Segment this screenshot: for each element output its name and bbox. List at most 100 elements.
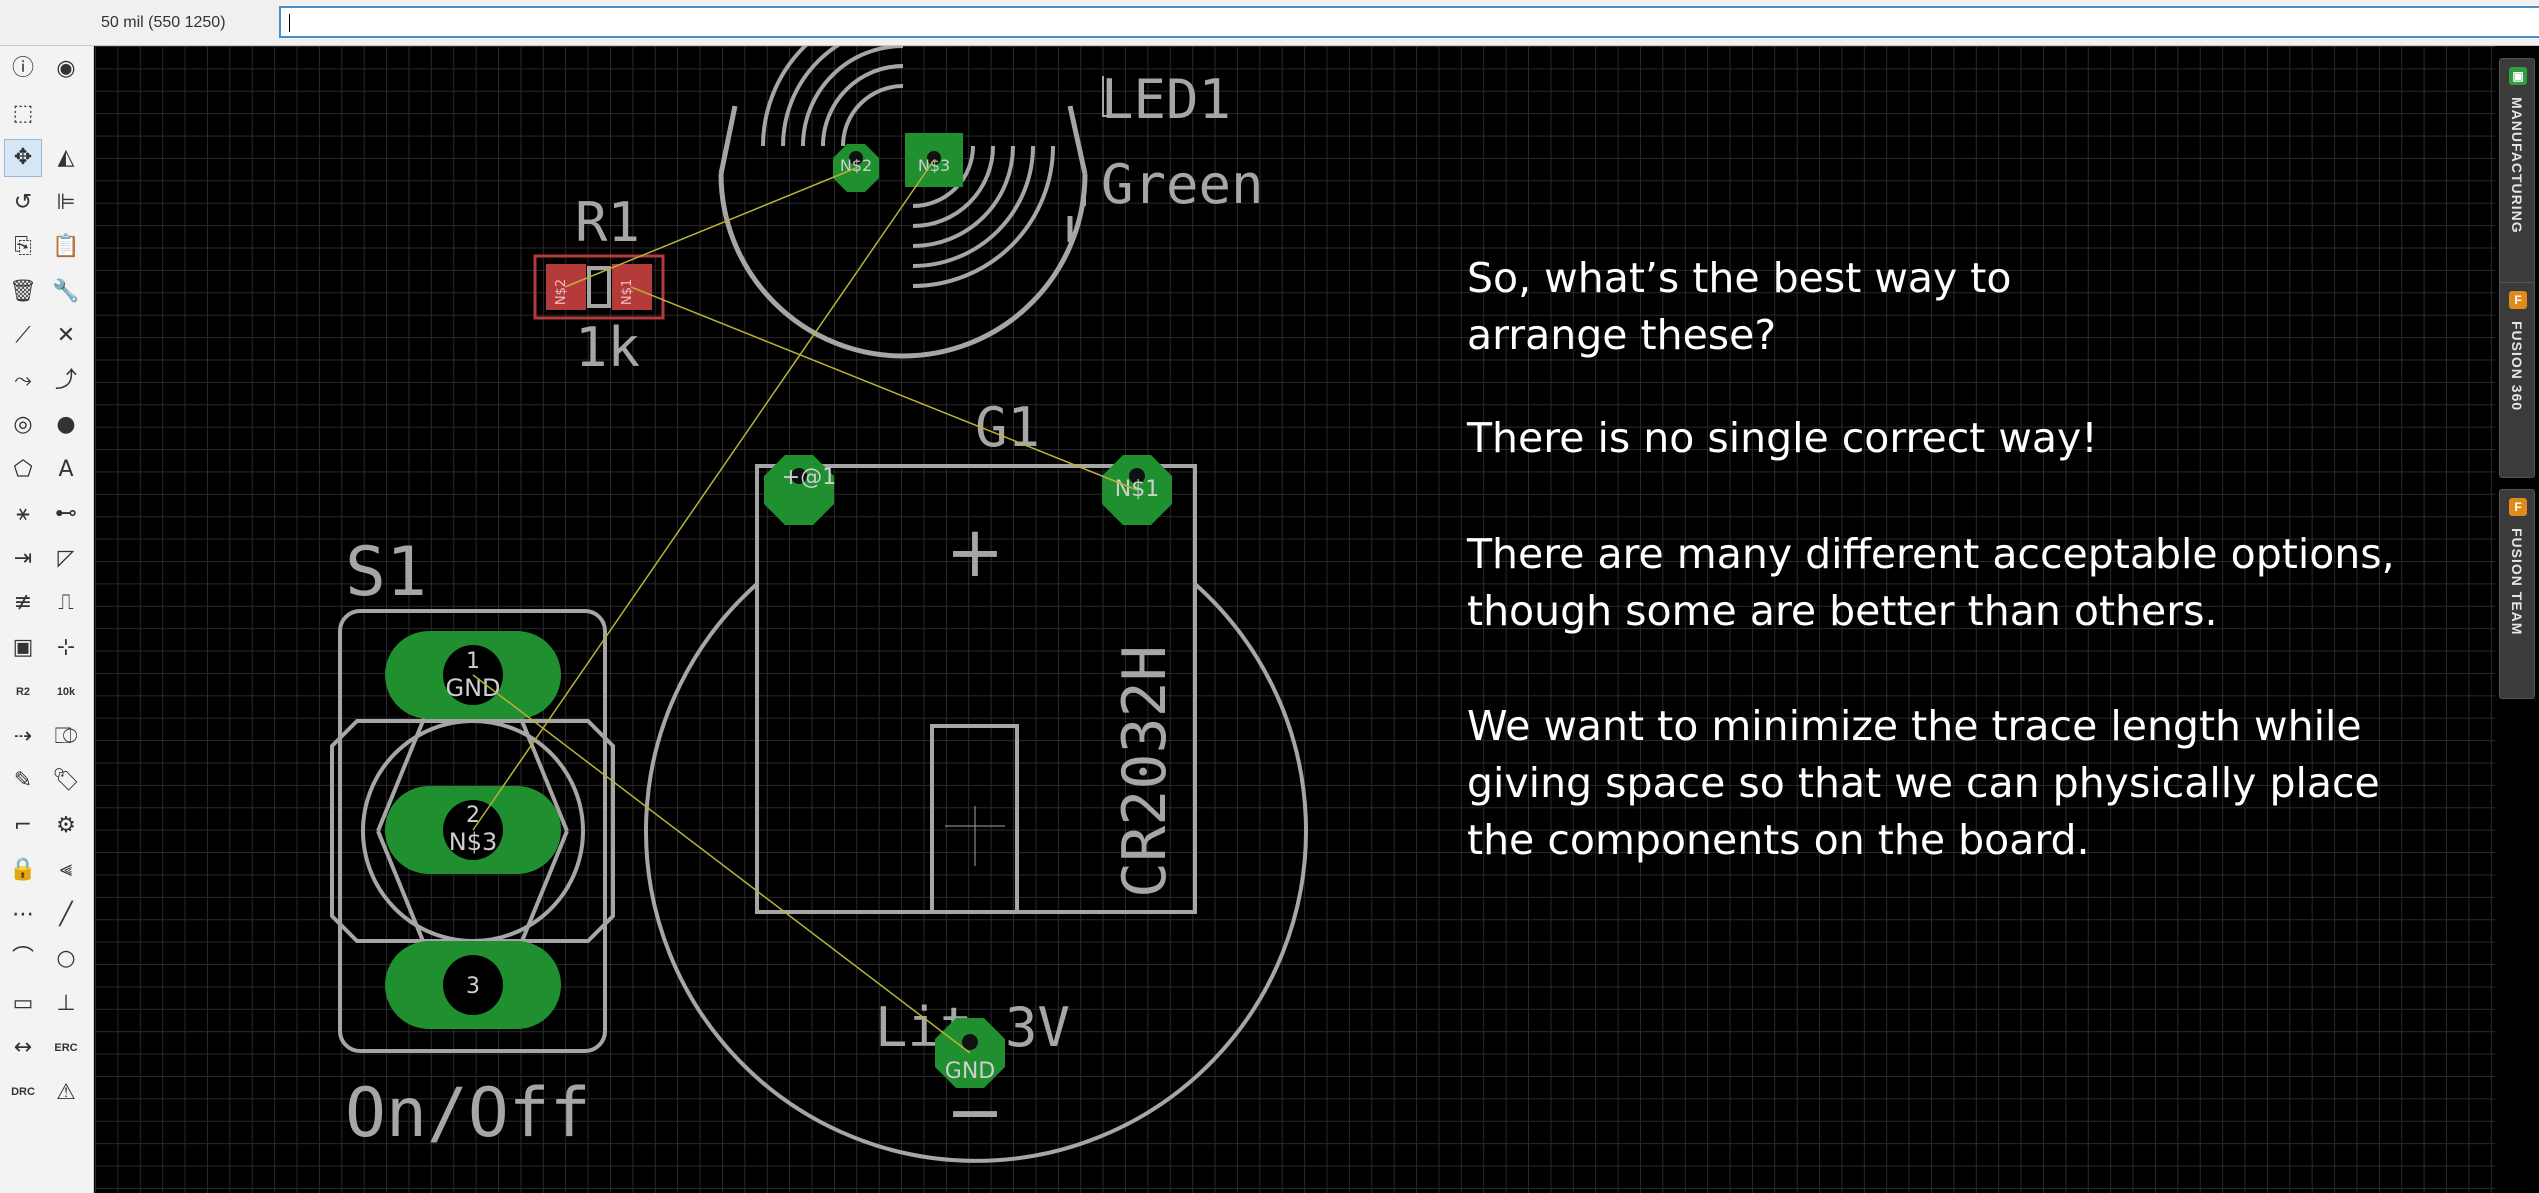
name-icon[interactable]: R2 bbox=[4, 673, 42, 711]
route-icon[interactable]: ⟋ bbox=[4, 317, 42, 355]
polygon-icon[interactable]: ⬠ bbox=[4, 451, 42, 489]
net-glyph: ⚹ bbox=[16, 501, 30, 526]
g1-package-label: CR2032H bbox=[1110, 645, 1180, 898]
arc-icon[interactable]: ⌒ bbox=[4, 940, 42, 978]
ripup-icon[interactable]: ✕ bbox=[47, 317, 85, 355]
mirror-icon[interactable]: ◭ bbox=[47, 139, 85, 177]
fanout-glyph: ⤴ bbox=[54, 367, 77, 393]
tab-label: FUSION 360 bbox=[2509, 321, 2525, 412]
text-glyph: A bbox=[58, 456, 74, 482]
s1-value-label: On/Off bbox=[345, 1074, 591, 1153]
rectangle-icon[interactable]: ▭ bbox=[4, 985, 42, 1023]
wire-icon[interactable]: ⊷ bbox=[47, 495, 85, 533]
optimize-icon[interactable]: ⫷ bbox=[47, 851, 85, 889]
circle-icon[interactable]: ○ bbox=[47, 940, 85, 978]
info-icon[interactable]: ⓘ bbox=[4, 50, 42, 88]
paint-glyph: ✎ bbox=[13, 768, 33, 793]
add-part-icon[interactable]: ▣ bbox=[4, 629, 42, 667]
smash-icon[interactable]: ◸ bbox=[47, 540, 85, 578]
wire-glyph: ⊷ bbox=[55, 501, 77, 526]
command-input[interactable] bbox=[279, 6, 2539, 38]
move-icon[interactable]: ✥ bbox=[4, 139, 42, 177]
paste-icon[interactable]: 📋 bbox=[47, 228, 85, 266]
mark-icon[interactable]: ⊥ bbox=[47, 985, 85, 1023]
tag-icon[interactable]: 🏷 bbox=[47, 762, 85, 800]
r1-footprint[interactable]: N$2 N$1 bbox=[533, 254, 665, 320]
note-goal-line-3: the components on the board. bbox=[1467, 816, 2090, 864]
pad-label: N$1 bbox=[620, 279, 635, 305]
move-glyph: ✥ bbox=[13, 145, 33, 170]
hole-glyph: ● bbox=[56, 412, 76, 437]
select-group-icon[interactable]: ⬚ bbox=[4, 95, 42, 133]
circle-glyph: ○ bbox=[56, 946, 76, 971]
note-options-line-2: though some are better than others. bbox=[1467, 587, 2218, 635]
signal-glyph: ≢ bbox=[13, 590, 33, 615]
pad-label: N$3 bbox=[449, 828, 498, 856]
manufacturing-badge-icon: ▣ bbox=[2509, 67, 2527, 85]
battery-plus-label: + bbox=[946, 511, 1005, 593]
net-icon[interactable]: ⚹ bbox=[4, 495, 42, 533]
fanout-icon[interactable]: ⤴ bbox=[47, 362, 85, 400]
replace-icon[interactable]: ⇢ bbox=[4, 718, 42, 756]
brush-icon[interactable]: ⌐ bbox=[4, 807, 42, 845]
value-icon[interactable]: 10k bbox=[47, 673, 85, 711]
mirror-glyph: ◭ bbox=[57, 145, 75, 170]
warning-icon[interactable]: ⚠ bbox=[47, 1074, 85, 1112]
smash-glyph: ◸ bbox=[57, 545, 75, 571]
add-part-glyph: ▣ bbox=[12, 634, 34, 660]
hole-icon[interactable]: ● bbox=[47, 406, 85, 444]
delete-glyph: 🗑 bbox=[9, 278, 37, 304]
dimension-icon[interactable]: ↔ bbox=[4, 1029, 42, 1067]
s1-name-label: S1 bbox=[345, 533, 427, 612]
arc-glyph: ⌒ bbox=[11, 946, 34, 971]
autoroute-icon[interactable]: ⤳ bbox=[4, 362, 42, 400]
line-icon[interactable]: ╱ bbox=[47, 896, 85, 934]
route-glyph: ⟋ bbox=[15, 323, 31, 348]
erc-icon[interactable]: ERC bbox=[47, 1029, 85, 1067]
pcb-canvas[interactable]: LED1 Green N$2 N$3 N$2 N$1 R1 1k G1 + CR… bbox=[95, 46, 2495, 1193]
lock-icon[interactable]: 🔒 bbox=[4, 851, 42, 889]
tab-fusion-360[interactable]: F FUSION 360 bbox=[2499, 282, 2535, 478]
tab-manufacturing[interactable]: ▣ MANUFACTURING bbox=[2499, 58, 2535, 286]
pad-label: +@1 bbox=[782, 465, 836, 490]
r1-value-label: 1k bbox=[575, 316, 640, 379]
select-group-glyph: ⬚ bbox=[12, 100, 34, 126]
g1-pad-plus[interactable]: +@1 bbox=[764, 455, 836, 525]
via-icon[interactable]: ◎ bbox=[4, 406, 42, 444]
tag-glyph: 🏷 bbox=[52, 768, 80, 793]
paste-glyph: 📋 bbox=[52, 234, 80, 259]
led1-value-label: Green bbox=[1101, 153, 1264, 216]
eye-icon[interactable]: ◉ bbox=[47, 50, 85, 88]
eye-glyph: ◉ bbox=[56, 56, 76, 81]
coordinate-readout: 50 mil (550 1250) bbox=[101, 14, 226, 31]
gear-icon[interactable]: ⚙ bbox=[47, 807, 85, 845]
wrench-icon[interactable]: 🔧 bbox=[47, 273, 85, 311]
meander-icon[interactable]: ⎍ bbox=[47, 584, 85, 622]
align-glyph: ⊫ bbox=[56, 189, 76, 215]
tab-label: MANUFACTURING bbox=[2509, 97, 2525, 234]
text-icon[interactable]: A bbox=[47, 451, 85, 489]
via-glyph: ◎ bbox=[13, 412, 33, 437]
g1-name-label: G1 bbox=[975, 396, 1040, 459]
attribute-icon[interactable]: ⇥ bbox=[4, 540, 42, 578]
add-new-icon[interactable]: ⊹ bbox=[47, 629, 85, 667]
polygon-glyph: ⬠ bbox=[13, 456, 33, 482]
delete-icon[interactable]: 🗑 bbox=[4, 273, 42, 311]
paint-icon[interactable]: ✎ bbox=[4, 762, 42, 800]
change-package-icon[interactable]: ⎄ bbox=[47, 718, 85, 756]
warning-glyph: ⚠ bbox=[56, 1079, 76, 1105]
signal-icon[interactable]: ≢ bbox=[4, 584, 42, 622]
led1-name-label: LED1 bbox=[1101, 68, 1231, 131]
fusion-team-badge-icon: F bbox=[2509, 498, 2527, 516]
rotate-icon[interactable]: ↺ bbox=[4, 184, 42, 222]
rotate-glyph: ↺ bbox=[13, 189, 33, 215]
dimension-glyph: ↔ bbox=[13, 1035, 33, 1060]
s1-pad-3[interactable]: 3 bbox=[385, 941, 561, 1029]
drc-icon[interactable]: DRC bbox=[4, 1074, 42, 1112]
tab-fusion-team[interactable]: F FUSION TEAM bbox=[2499, 489, 2535, 699]
copy-icon[interactable]: ⎘ bbox=[4, 228, 42, 266]
align-icon[interactable]: ⊫ bbox=[47, 184, 85, 222]
miter-icon[interactable]: ⋯ bbox=[4, 896, 42, 934]
info-glyph: ⓘ bbox=[11, 56, 34, 81]
miter-glyph: ⋯ bbox=[12, 901, 34, 927]
